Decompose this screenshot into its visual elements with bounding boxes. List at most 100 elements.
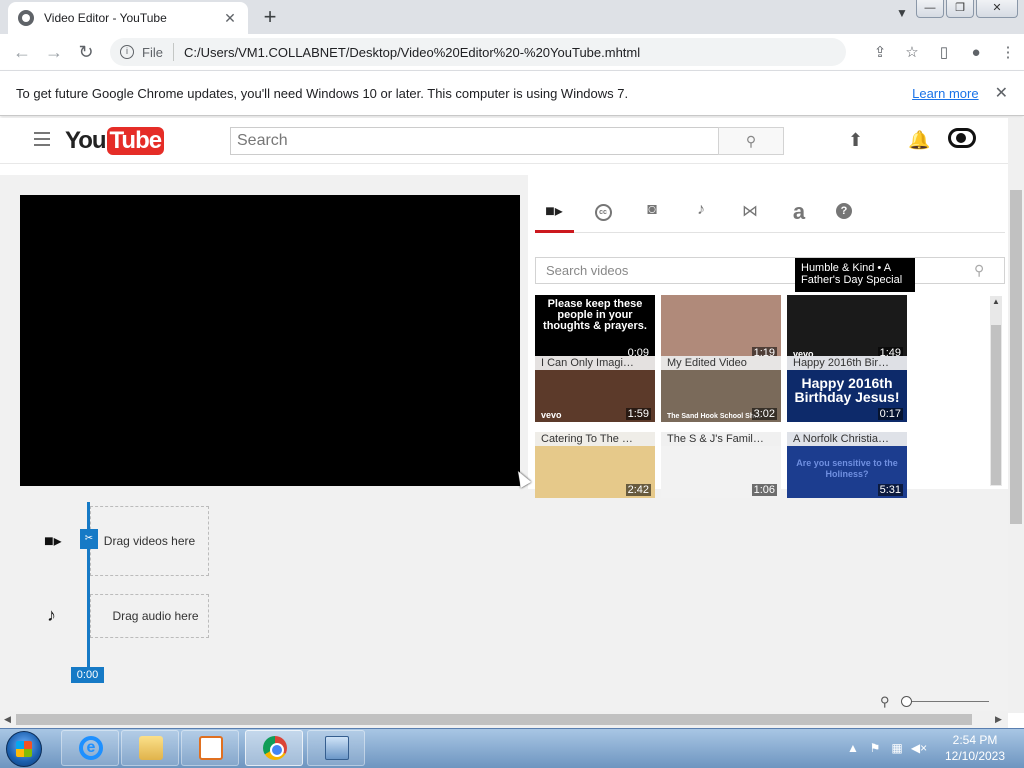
thumbnail-caption: The Sand Hook School Sh… — [667, 413, 762, 420]
video-title: Catering To The … — [535, 432, 655, 446]
omnibox-divider — [172, 43, 174, 61]
learn-more-link[interactable]: Learn more — [912, 86, 978, 101]
side-panel-icon[interactable]: ▯ — [928, 43, 960, 61]
search-videos-icon[interactable]: ⚲ — [974, 262, 984, 279]
video-thumbnail[interactable]: Happy 2016th Bir… Happy 2016th Birthday … — [787, 356, 907, 422]
restore-button[interactable]: ❐ — [946, 0, 974, 18]
youtube-logo[interactable]: You Tube — [65, 126, 165, 156]
minimize-button[interactable]: — — [916, 0, 944, 18]
zoom-slider-track[interactable] — [905, 701, 989, 702]
info-icon[interactable]: i — [120, 45, 134, 59]
forward-arrow-icon[interactable]: → — [38, 42, 70, 63]
browser-toolbar: ← → ↻ i File C:/Users/VM1.COLLABNET/Desk… — [0, 34, 1024, 70]
active-tab-indicator — [535, 230, 574, 233]
youtube-search-input[interactable]: Search — [230, 127, 719, 155]
transitions-icon[interactable]: ⋈ — [735, 201, 765, 227]
video-thumbnail[interactable]: Catering To The … 2:42 — [535, 432, 655, 498]
window-close-button[interactable]: ✕ — [976, 0, 1018, 18]
audio-drop-zone[interactable]: Drag audio here — [90, 594, 209, 638]
playhead[interactable] — [87, 502, 90, 668]
taskbar-remote-desktop[interactable] — [307, 730, 365, 766]
taskbar-internet-explorer[interactable]: e — [61, 730, 119, 766]
video-thumbnail[interactable]: vevo 1:49 — [787, 295, 907, 361]
more-menu-icon[interactable]: ⋮ — [992, 43, 1024, 61]
toolbar-actions: ⇪ ☆ ▯ ● ⋮ — [864, 34, 1024, 70]
browser-tab[interactable]: Video Editor - YouTube ✕ — [8, 2, 248, 34]
video-thumbnail[interactable]: My Edited Video The Sand Hook School Sh…… — [661, 356, 781, 422]
volume-muted-icon[interactable]: ◀× — [908, 741, 930, 755]
search-videos-input[interactable]: Search videos — [535, 257, 1005, 284]
taskbar-chrome[interactable] — [245, 730, 303, 766]
notification-bell-icon[interactable]: 🔔 — [908, 130, 930, 151]
youtube-header: You Tube Search ⚲ ⬆ 🔔 — [0, 118, 1008, 164]
windows-logo-icon — [16, 741, 32, 757]
reload-icon[interactable]: ↻ — [70, 42, 102, 63]
action-center-flag-icon[interactable]: ⚑ — [864, 741, 886, 755]
tray-scroll-thumb[interactable] — [991, 325, 1001, 485]
tray-scroll-up-arrow-icon[interactable]: ▲ — [990, 296, 1002, 308]
share-icon[interactable]: ⇪ — [864, 43, 896, 61]
video-duration: 3:02 — [751, 408, 777, 420]
video-preview[interactable] — [20, 195, 520, 486]
scroll-left-arrow-icon[interactable]: ◀ — [4, 714, 11, 725]
music-note-icon[interactable]: ♪ — [686, 201, 716, 227]
video-title: The S & J's Famil… — [661, 432, 781, 446]
video-thumbnail[interactable]: A Norfolk Christia… Are you sensitive to… — [787, 432, 907, 498]
video-thumbnail[interactable]: I Can Only Imagi… vevo 1:59 — [535, 356, 655, 422]
search-icon[interactable]: ⚲ — [718, 127, 784, 155]
zoom-magnifier-icon: ⚲ — [880, 694, 890, 709]
network-icon[interactable]: ▦ — [886, 741, 908, 755]
cc-icon[interactable]: cc — [588, 201, 618, 227]
bookmark-star-icon[interactable]: ☆ — [896, 43, 928, 61]
video-thumbnail[interactable]: 1:19 — [661, 295, 781, 361]
text-icon[interactable]: a — [784, 201, 814, 227]
page-vertical-scroll-thumb[interactable] — [1010, 190, 1022, 524]
video-drop-zone[interactable]: Drag videos here — [90, 506, 209, 576]
video-thumbnail[interactable]: The S & J's Famil… 1:06 — [661, 432, 781, 498]
tab-search-chevron-icon[interactable]: ▼ — [896, 6, 908, 20]
camera-icon[interactable]: ◙ — [637, 201, 667, 227]
update-infobar: To get future Google Chrome updates, you… — [0, 70, 1024, 116]
video-duration: 2:42 — [625, 484, 651, 496]
taskbar-clock[interactable]: 2:54 PM 12/10/2023 — [940, 732, 1010, 764]
new-tab-button[interactable]: + — [258, 6, 282, 28]
upload-icon[interactable]: ⬆ — [848, 130, 863, 151]
address-bar[interactable]: i File C:/Users/VM1.COLLABNET/Desktop/Vi… — [110, 38, 846, 66]
video-tooltip: Humble & Kind • A Father's Day Special — [795, 258, 915, 292]
video-duration: 1:59 — [625, 408, 651, 420]
help-icon[interactable]: ? — [829, 201, 859, 227]
show-hidden-icons-chevron-icon[interactable]: ▲ — [842, 741, 864, 755]
scheme-label: File — [142, 44, 163, 60]
video-title: A Norfolk Christia… — [787, 432, 907, 446]
hamburger-menu-icon[interactable] — [34, 132, 50, 146]
vevo-logo: vevo — [541, 410, 562, 420]
page-horizontal-scroll-thumb[interactable] — [16, 714, 972, 725]
url-text[interactable]: C:/Users/VM1.COLLABNET/Desktop/Video%20E… — [184, 45, 640, 60]
infobar-message: To get future Google Chrome updates, you… — [16, 85, 629, 101]
chrome-icon — [263, 736, 287, 760]
content-top-strip — [0, 165, 1008, 175]
video-thumbnail[interactable]: Please keep these people in your thought… — [535, 295, 655, 361]
taskbar-media-player[interactable] — [181, 730, 239, 766]
thumbnail-caption: Are you sensitive to the Holiness? — [796, 458, 898, 479]
media-tray-tabs: ■▸ cc ◙ ♪ ⋈ a ? — [535, 195, 1005, 233]
video-camera-icon[interactable]: ■▸ — [539, 201, 569, 227]
scissors-icon[interactable]: ✂ — [80, 529, 98, 549]
window-controls: — ❐ ✕ — [914, 0, 1018, 18]
thumbnail-text: Happy 2016th Birthday Jesus! — [794, 375, 900, 405]
back-arrow-icon[interactable]: ← — [6, 42, 38, 63]
tab-title: Video Editor - YouTube — [44, 11, 167, 25]
globe-icon — [18, 10, 34, 26]
avatar-icon — [948, 128, 976, 148]
scroll-right-arrow-icon[interactable]: ▶ — [995, 714, 1002, 725]
zoom-slider-handle[interactable] — [901, 696, 912, 707]
internet-explorer-icon: e — [79, 736, 103, 760]
logo-tube: Tube — [106, 127, 165, 155]
profile-icon[interactable]: ● — [960, 44, 992, 61]
account-avatar[interactable] — [948, 128, 976, 148]
tab-close-icon[interactable]: ✕ — [222, 10, 238, 27]
infobar-close-icon[interactable]: ✕ — [995, 83, 1008, 103]
taskbar-file-explorer[interactable] — [121, 730, 179, 766]
logo-you: You — [65, 127, 107, 154]
start-button[interactable] — [6, 731, 42, 767]
